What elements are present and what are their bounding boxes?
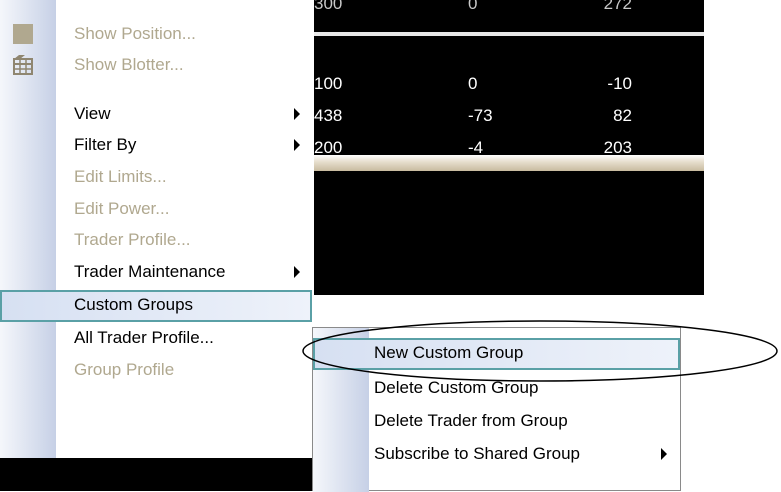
menu-item-trader-maintenance[interactable]: Trader Maintenance [0,257,312,288]
submenu-item-label: New Custom Group [374,343,524,362]
menu-item-label: Group Profile [74,360,175,379]
menu-item-label: View [74,104,111,123]
grid-cell: 300 [314,0,343,13]
menu-item-label: Trader Profile... [74,230,191,249]
grid-cell: 438 [314,106,343,125]
menu-item-show-position[interactable]: Show Position... [0,19,312,50]
submenu-arrow-icon [294,266,300,278]
menu-item-show-blotter[interactable]: Show Blotter... [0,50,312,81]
menu-item-label: Show Blotter... [74,55,184,74]
submenu-item-label: Delete Trader from Group [374,411,568,430]
grid-cell: 100 [314,74,343,93]
menu-item-label: Edit Limits... [74,167,167,186]
menu-item-trader-profile[interactable]: Trader Profile... [0,225,312,256]
grid-cell: -4 [468,138,484,154]
menu-item-filter-by[interactable]: Filter By [0,130,312,161]
grid-cell: 200 [314,138,343,154]
submenu-item-subscribe-shared-group[interactable]: Subscribe to Shared Group [313,439,680,470]
blotter-icon [12,54,34,76]
menu-item-label: All Trader Profile... [74,328,214,347]
grid-cell: 272 [603,0,632,13]
menu-item-all-trader-profile[interactable]: All Trader Profile... [0,323,312,354]
grid-cell: 0 [468,74,478,93]
submenu-item-delete-custom-group[interactable]: Delete Custom Group [313,373,680,404]
grid-cell: 0 [468,0,478,13]
table-row[interactable]: 200 -4 203 [314,130,704,154]
menu-item-edit-limits[interactable]: Edit Limits... [0,162,312,193]
submenu-item-label: Subscribe to Shared Group [374,444,581,463]
context-menu: Show Position... Show Blotter... View Fi… [0,0,314,458]
menu-item-custom-groups[interactable]: Custom Groups [0,290,312,322]
grid-cell: 203 [603,138,632,154]
submenu-arrow-icon [294,139,300,151]
menu-item-label: Edit Power... [74,199,170,218]
table-row[interactable]: 438 -73 82 [314,100,704,134]
submenu-item-delete-trader-from-group[interactable]: Delete Trader from Group [313,406,680,437]
submenu-item-new-custom-group[interactable]: New Custom Group [313,338,680,370]
menu-item-group-profile[interactable]: Group Profile [0,355,312,386]
menu-item-label: Show Position... [74,24,196,43]
menu-item-label: Trader Maintenance [74,262,226,281]
menu-item-label: Custom Groups [74,295,194,314]
window-background [0,458,316,491]
trading-grid: 300 0 272 100 0 -10 438 -73 82 200 -4 20… [314,0,704,295]
position-icon [12,23,34,45]
submenu-arrow-icon [661,448,667,460]
grid-cell: -10 [607,74,632,93]
horizontal-scrollbar[interactable] [314,155,704,171]
grid-cell: 82 [613,106,632,125]
menu-item-view[interactable]: View [0,99,312,130]
table-row[interactable]: 300 0 272 [314,0,704,22]
grid-cell: -73 [468,106,493,125]
row-divider [314,32,704,36]
menu-item-label: Filter By [74,135,137,154]
custom-groups-submenu: New Custom Group Delete Custom Group Del… [312,327,681,492]
table-row[interactable]: 100 0 -10 [314,68,704,102]
menu-item-edit-power[interactable]: Edit Power... [0,194,312,225]
submenu-arrow-icon [294,108,300,120]
submenu-item-label: Delete Custom Group [374,378,539,397]
